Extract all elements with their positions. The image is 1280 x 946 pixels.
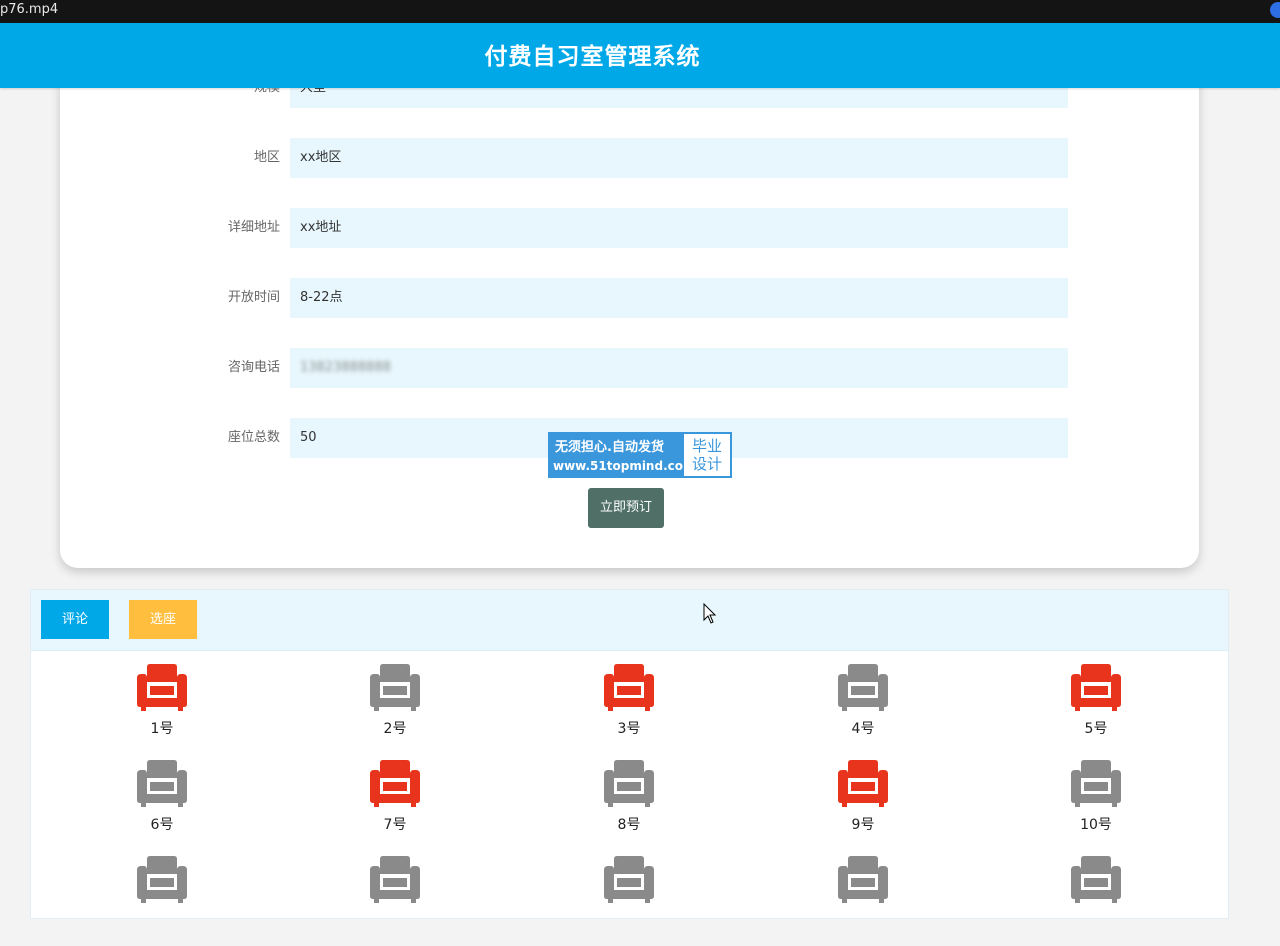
field-label: 咨询电话: [227, 360, 280, 375]
phone-blurred: 13823888888: [300, 360, 391, 375]
watermark-badge-line2: 设计: [691, 455, 722, 473]
watermark-line1: 无须担心.自动发货: [555, 440, 664, 455]
field-address: 详细地址 xx地址: [60, 208, 1199, 248]
app-header: 付费自习室管理系统: [0, 23, 1280, 88]
seat-5[interactable]: 5号: [1051, 664, 1141, 754]
armchair-icon: [838, 664, 888, 711]
field-value: 8-22点: [290, 278, 1068, 318]
seat-number: 8号: [617, 817, 641, 833]
panel-tabs: 评论 选座: [31, 590, 1228, 651]
armchair-icon: [838, 760, 888, 807]
book-now-button[interactable]: 立即预订: [588, 488, 664, 528]
room-detail-card: 规模 大型 地区 xx地区 详细地址 xx地址 开放时间 8-22点 咨询电话 …: [60, 40, 1199, 568]
seat-9[interactable]: 9号: [818, 760, 908, 850]
field-value: xx地址: [290, 208, 1068, 248]
watermark-logo: 无须担心.自动发货 www.51topmind.com 毕业 设计: [548, 432, 732, 478]
armchair-icon: [838, 856, 888, 903]
seat-13[interactable]: [584, 856, 674, 946]
field-label: 开放时间: [227, 290, 280, 305]
field-open-hours: 开放时间 8-22点: [60, 278, 1199, 318]
seat-11[interactable]: [117, 856, 207, 946]
seat-10[interactable]: 10号: [1051, 760, 1141, 850]
field-value: xx地区: [290, 138, 1068, 178]
seat-3[interactable]: 3号: [584, 664, 674, 754]
seat-number: 4号: [851, 721, 875, 737]
armchair-icon: [1071, 760, 1121, 807]
tab-seat-selection[interactable]: 选座: [129, 600, 197, 639]
watermark-badge-line1: 毕业: [691, 437, 722, 455]
seat-number: 10号: [1080, 817, 1112, 833]
armchair-icon: [370, 760, 420, 807]
seat-panel: 评论 选座 1号 2号 3号 4号 5号 6号 7号 8号 9号 10号: [30, 589, 1229, 919]
armchair-icon: [137, 760, 187, 807]
field-label: 详细地址: [227, 220, 280, 235]
armchair-icon: [604, 664, 654, 711]
armchair-icon: [137, 664, 187, 711]
field-label: 地区: [253, 150, 280, 165]
seat-8[interactable]: 8号: [584, 760, 674, 850]
seat-number: 5号: [1084, 721, 1108, 737]
video-title-bar: p76.mp4: [0, 0, 1280, 23]
seat-1[interactable]: 1号: [117, 664, 207, 754]
field-phone: 咨询电话 13823888888: [60, 348, 1199, 388]
field-region: 地区 xx地区: [60, 138, 1199, 178]
field-value: 13823888888: [290, 348, 1068, 388]
seat-number: 1号: [150, 721, 174, 737]
seat-14[interactable]: [818, 856, 908, 946]
field-label: 座位总数: [227, 430, 280, 445]
seat-2[interactable]: 2号: [350, 664, 440, 754]
armchair-icon: [604, 760, 654, 807]
armchair-icon: [1071, 856, 1121, 903]
seat-number: 3号: [617, 721, 641, 737]
seat-12[interactable]: [350, 856, 440, 946]
watermark-badge: 毕业 设计: [684, 434, 730, 476]
armchair-icon: [1071, 664, 1121, 711]
armchair-icon: [137, 856, 187, 903]
status-dot-icon: [1270, 2, 1280, 18]
seat-7[interactable]: 7号: [350, 760, 440, 850]
armchair-icon: [604, 856, 654, 903]
seat-number: 9号: [851, 817, 875, 833]
page-title: 付费自习室管理系统: [484, 44, 701, 70]
seat-number: 2号: [383, 721, 407, 737]
seat-4[interactable]: 4号: [818, 664, 908, 754]
armchair-icon: [370, 856, 420, 903]
mouse-cursor-icon: [703, 603, 717, 624]
watermark-line2: www.51topmind.com: [553, 459, 696, 473]
seat-number: 6号: [150, 817, 174, 833]
seat-15[interactable]: [1051, 856, 1141, 946]
seat-number: 7号: [383, 817, 407, 833]
seat-6[interactable]: 6号: [117, 760, 207, 850]
armchair-icon: [370, 664, 420, 711]
window-filename: p76.mp4: [0, 2, 59, 17]
tab-comments[interactable]: 评论: [41, 600, 109, 639]
